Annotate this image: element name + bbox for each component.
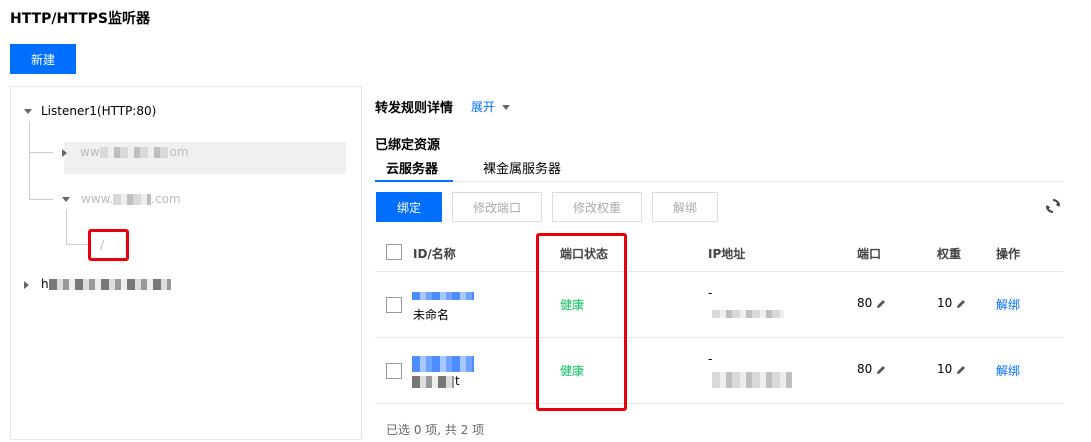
expand-label[interactable]: 展开 [471, 100, 495, 114]
tab-bare-metal-server[interactable]: 裸金属服务器 [483, 158, 561, 177]
bind-button[interactable]: 绑定 [376, 192, 442, 222]
column-ops: 操作 [996, 247, 1021, 261]
column-ip: IP地址 [708, 247, 746, 261]
active-tab-indicator [375, 180, 453, 182]
column-id-name: ID/名称 [413, 247, 456, 261]
tree-connector [66, 244, 90, 245]
caret-right-icon[interactable] [62, 148, 67, 157]
caret-down-icon[interactable] [24, 109, 32, 114]
redacted-ip [712, 310, 784, 318]
tree-connector [29, 152, 53, 153]
instance-name-suffix: t [455, 374, 460, 388]
tree-connector [66, 210, 67, 244]
unbind-button[interactable]: 解绑 [652, 192, 718, 222]
tree-connector [29, 122, 30, 200]
weight-value[interactable]: 10 [937, 296, 966, 310]
weight-value[interactable]: 10 [937, 362, 966, 376]
redacted-text [48, 279, 171, 290]
listener-tree [10, 86, 362, 440]
refresh-icon[interactable] [1044, 197, 1062, 215]
chevron-down-icon [501, 105, 510, 110]
domain2-suffix: .com [151, 192, 181, 206]
resource-table: ID/名称 端口状态 IP地址 端口 权重 操作 未命名 健康 - 80 10 … [375, 232, 1063, 404]
modify-weight-button[interactable]: 修改权重 [552, 192, 642, 222]
modify-port-button[interactable]: 修改端口 [452, 192, 542, 222]
column-port: 端口 [857, 247, 882, 261]
port-value-text: 80 [857, 362, 873, 376]
instance-name: 未命名 [413, 308, 450, 322]
tree-node-domain1[interactable]: ww om [62, 145, 189, 159]
selection-summary: 已选 0 项, 共 2 项 [386, 423, 485, 437]
table-header: ID/名称 端口状态 IP地址 端口 权重 操作 [375, 232, 1063, 272]
tree-connector [29, 199, 53, 200]
pencil-icon[interactable] [876, 299, 886, 309]
domain1-prefix: ww [80, 145, 100, 159]
detail-title: 转发规则详情 [375, 101, 454, 116]
listener1-label: Listener1(HTTP:80) [41, 104, 157, 118]
port-value-text: 80 [857, 296, 873, 310]
expand-toggle[interactable]: 展开 [471, 98, 510, 115]
new-button[interactable]: 新建 [10, 44, 76, 74]
select-all-checkbox[interactable] [386, 244, 402, 260]
row-checkbox[interactable] [386, 363, 402, 379]
bound-resources-title: 已绑定资源 [375, 138, 441, 153]
redacted-instance-id [412, 292, 474, 300]
domain1-suffix: om [169, 145, 189, 159]
listener2-prefix: h [41, 277, 49, 291]
tree-node-listener2[interactable]: h [24, 277, 171, 291]
caret-right-icon[interactable] [24, 280, 29, 289]
redacted-ip [712, 372, 792, 388]
table-row: t 健康 - 80 10 解绑 [375, 338, 1063, 404]
unbind-link[interactable]: 解绑 [996, 362, 1020, 379]
row-checkbox[interactable] [386, 297, 402, 313]
tree-node-domain2[interactable]: www. .com [62, 192, 181, 206]
unbind-link[interactable]: 解绑 [996, 296, 1020, 313]
page-title: HTTP/HTTPS监听器 [10, 11, 150, 27]
redacted-instance-name [412, 376, 454, 388]
ip-public: - [708, 352, 713, 366]
redacted-text [99, 147, 170, 158]
domain2-prefix: www. [81, 192, 114, 206]
column-weight: 权重 [937, 247, 962, 261]
weight-value-text: 10 [937, 296, 953, 310]
table-row: 未命名 健康 - 80 10 解绑 [375, 272, 1063, 338]
weight-value-text: 10 [937, 362, 953, 376]
port-value[interactable]: 80 [857, 362, 886, 376]
highlight-box-port-status [536, 233, 627, 411]
redacted-text [113, 194, 152, 205]
redacted-instance-id [412, 356, 474, 372]
ip-public: - [708, 286, 713, 300]
tree-node-listener1[interactable]: Listener1(HTTP:80) [24, 104, 156, 118]
port-value[interactable]: 80 [857, 296, 886, 310]
pencil-icon[interactable] [956, 299, 966, 309]
tab-cloud-server[interactable]: 云服务器 [386, 158, 438, 177]
caret-down-icon[interactable] [62, 197, 70, 202]
highlight-box-path [88, 229, 129, 261]
pencil-icon[interactable] [876, 365, 886, 375]
pencil-icon[interactable] [956, 365, 966, 375]
resource-tabs: 云服务器 裸金属服务器 [375, 154, 1063, 182]
